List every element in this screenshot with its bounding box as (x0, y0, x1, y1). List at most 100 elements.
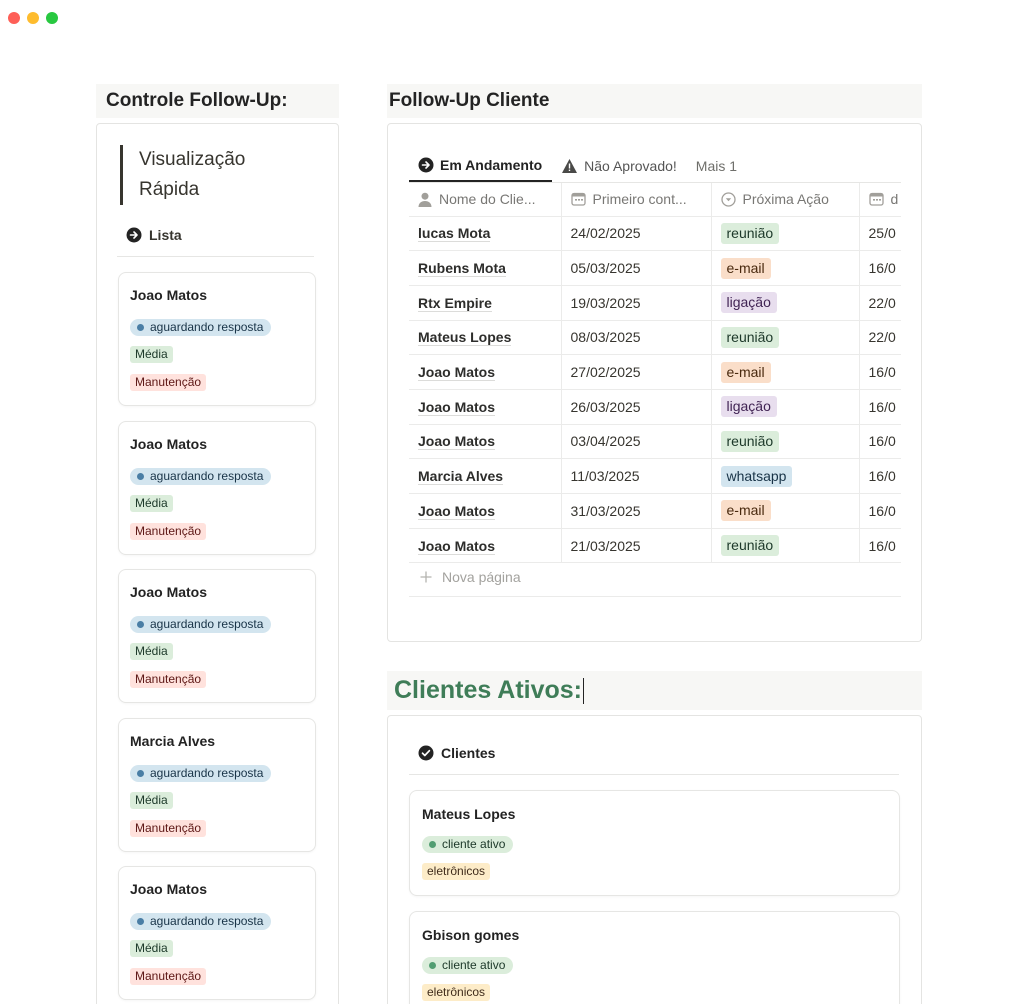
tab-nao-aprovado[interactable]: Não Aprovado! (552, 149, 687, 182)
table-row[interactable]: Joao Matos 26/03/2025 ligação 16/0 (409, 389, 921, 425)
followup-card[interactable]: Joao Matos aguardando resposta Média Manute… (118, 420, 316, 555)
card-title: Gbison gomes (422, 927, 520, 943)
status-tag: aguardando resposta (130, 913, 272, 930)
client-name-cell[interactable]: Joao Matos (409, 354, 562, 390)
category-tag: Manutenção (130, 522, 207, 540)
check-circle-icon (418, 745, 434, 761)
clientes-board-panel: Clientes Mateus Lopes cliente ativo eletrô… (387, 715, 922, 1004)
next-action-cell[interactable]: reunião (711, 528, 860, 564)
priority-tag: Média (130, 494, 173, 512)
first-contact-cell[interactable]: 24/02/2025 (561, 216, 712, 252)
next-action-cell[interactable]: ligação (711, 285, 860, 321)
clientes-heading[interactable]: Clientes Ativos: (387, 671, 922, 710)
first-contact-cell[interactable]: 03/04/2025 (561, 424, 712, 460)
client-card[interactable]: Mateus Lopes cliente ativo eletrônicos (409, 790, 900, 896)
client-name-cell[interactable]: lucas Mota (409, 216, 562, 252)
category-tag: Manutenção (130, 671, 207, 688)
first-contact-cell[interactable]: 27/02/2025 (561, 354, 712, 390)
table-row[interactable]: Rtx Empire 19/03/2025 ligação 22/0 (409, 285, 921, 321)
client-name-cell[interactable]: Marcia Alves (409, 458, 562, 494)
tab-em-andamento[interactable]: Em Andamento (409, 149, 553, 182)
next-action-cell[interactable]: reunião (711, 424, 860, 460)
select-chevron-icon (720, 192, 736, 207)
first-contact-cell[interactable]: 11/03/2025 (561, 458, 712, 494)
category-tag: Manutenção (130, 819, 207, 837)
status-dot-icon (429, 841, 436, 848)
client-name-cell[interactable]: Mateus Lopes (409, 320, 562, 356)
quote-block[interactable]: Visualização Rápida (120, 145, 290, 205)
client-name-cell[interactable]: Joao Matos (409, 424, 562, 460)
client-name-cell[interactable]: Joao Matos (409, 389, 562, 425)
calendar-icon (868, 192, 884, 206)
left-heading[interactable]: Controle Follow-Up: (96, 84, 339, 118)
next-action-cell[interactable]: e-mail (711, 493, 860, 529)
client-card[interactable]: Gbison gomes cliente ativo eletrônicos (409, 911, 900, 1004)
table-row[interactable]: Joao Matos 21/03/2025 reunião 16/0 (409, 528, 921, 564)
client-name-cell[interactable]: Joao Matos (409, 528, 562, 564)
minimize-window-button[interactable] (27, 12, 39, 24)
view-tab-label: Clientes (441, 745, 496, 761)
table-row[interactable]: lucas Mota 24/02/2025 reunião 25/0 (409, 216, 921, 252)
followup-card[interactable]: Marcia Alves aguardando resposta Média Manu… (118, 717, 316, 852)
client-name-cell[interactable]: Joao Matos (409, 493, 562, 529)
first-contact-cell[interactable]: 08/03/2025 (561, 320, 712, 356)
next-action-cell[interactable]: e-mail (711, 250, 860, 286)
card-title: Joao Matos (130, 584, 208, 600)
first-contact-cell[interactable]: 05/03/2025 (561, 250, 712, 286)
client-name-cell[interactable]: Rubens Mota (409, 250, 562, 286)
first-contact-cell[interactable]: 21/03/2025 (561, 528, 712, 564)
table-row[interactable]: Mateus Lopes 08/03/2025 reunião 22/0 (409, 320, 921, 356)
next-action-tag: ligação (720, 292, 777, 314)
text-cursor (583, 677, 585, 704)
view-tab-label: Lista (149, 227, 182, 243)
first-contact-cell[interactable]: 31/03/2025 (561, 493, 712, 529)
divider (409, 774, 899, 775)
person-icon (418, 192, 432, 207)
next-action-cell[interactable]: reunião (711, 320, 860, 356)
table-row[interactable]: Joao Matos 27/02/2025 e-mail 16/0 (409, 354, 921, 390)
view-tab-lista[interactable]: Lista (126, 227, 182, 243)
followup-card[interactable]: Joao Matos aguardando resposta Média Manute… (118, 866, 316, 1000)
column-header-primeiro-contato[interactable]: Primeiro cont... (561, 183, 712, 217)
category-tag: eletrônicos (422, 984, 491, 1001)
view-tab-clientes[interactable]: Clientes (418, 745, 495, 761)
card-title: Joao Matos (130, 881, 208, 897)
followup-card[interactable]: Joao Matos aguardando resposta Média Manute… (118, 272, 316, 406)
window-controls (8, 12, 58, 24)
status-dot-icon (137, 324, 144, 331)
divider (117, 256, 314, 257)
table-row[interactable]: Joao Matos 31/03/2025 e-mail 16/0 (409, 493, 921, 529)
client-name-cell[interactable]: Rtx Empire (409, 285, 562, 321)
next-action-tag: ligação (720, 396, 777, 418)
arrow-circle-right-icon (126, 227, 142, 243)
status-dot-icon (137, 918, 144, 925)
next-action-tag: e-mail (720, 361, 771, 383)
table-row[interactable]: Rubens Mota 05/03/2025 e-mail 16/0 (409, 250, 921, 286)
followup-heading[interactable]: Follow-Up Cliente (387, 84, 922, 118)
priority-tag: Média (130, 791, 173, 809)
column-header-proxima-acao[interactable]: Próxima Ação (711, 183, 860, 217)
next-action-cell[interactable]: ligação (711, 389, 860, 425)
new-page-button[interactable]: Nova página (420, 569, 521, 585)
maximize-window-button[interactable] (46, 12, 58, 24)
tab-more[interactable]: Mais 1 (687, 149, 747, 182)
status-tag: aguardando resposta (130, 319, 272, 336)
priority-tag: Média (130, 940, 173, 957)
followup-card[interactable]: Joao Matos aguardando resposta Média Manute… (118, 569, 316, 703)
column-header-nome[interactable]: Nome do Clie... (409, 183, 562, 217)
table-row[interactable]: Joao Matos 03/04/2025 reunião 16/0 (409, 424, 921, 460)
priority-tag: Média (130, 346, 173, 363)
status-dot-icon (137, 621, 144, 628)
next-action-cell[interactable]: reunião (711, 216, 860, 252)
table-row[interactable]: Marcia Alves 11/03/2025 whatsapp 16/0 (409, 458, 921, 494)
first-contact-cell[interactable]: 19/03/2025 (561, 285, 712, 321)
tab-label: Não Aprovado! (584, 157, 677, 174)
view-tabs: Em Andamento Não Aprovado! Mais 1 (409, 149, 747, 182)
first-contact-cell[interactable]: 26/03/2025 (561, 389, 712, 425)
close-window-button[interactable] (8, 12, 20, 24)
next-action-cell[interactable]: e-mail (711, 354, 860, 390)
followup-table-panel: Em Andamento Não Aprovado! Mais 1 Nome d… (387, 123, 922, 642)
next-action-cell[interactable]: whatsapp (711, 458, 860, 494)
category-tag: Manutenção (130, 374, 207, 391)
status-dot-icon (429, 962, 436, 969)
